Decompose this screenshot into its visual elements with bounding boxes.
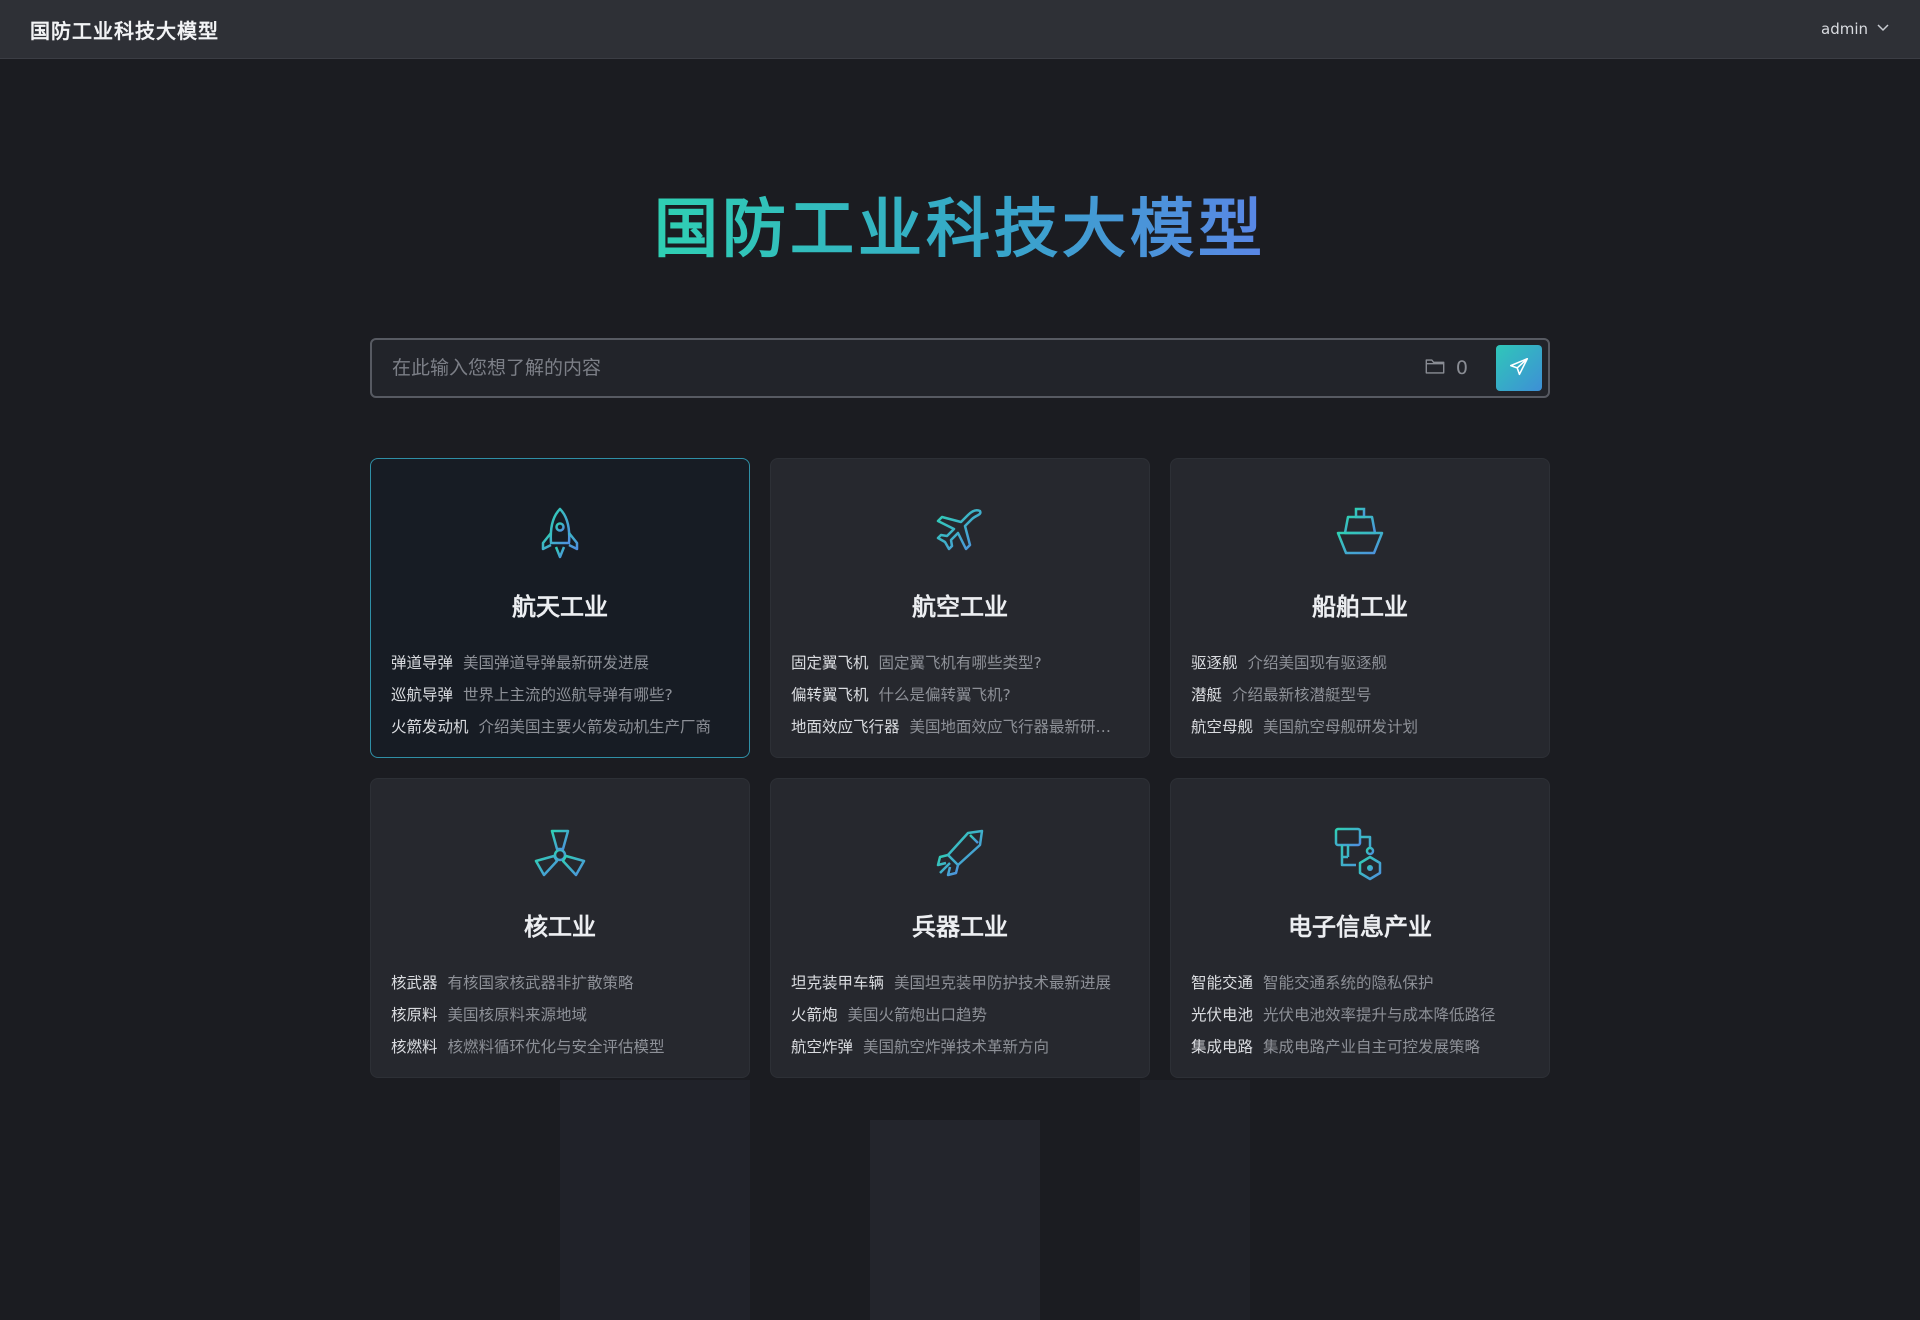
card-title: 航空工业 [912,593,1008,621]
item-keyword: 驱逐舰 [1191,654,1238,672]
background-building-center [870,1120,1040,1320]
send-icon [1508,356,1530,381]
search-input[interactable] [392,340,1424,396]
ship-icon [1330,503,1390,563]
item-keyword: 偏转翼飞机 [791,686,869,704]
card-item[interactable]: 潜艇 介绍最新核潜艇型号 [1191,679,1535,711]
app-title: 国防工业科技大模型 [30,18,219,43]
item-prompt: 固定翼飞机有哪些类型? [878,654,1042,672]
missile-icon [930,823,990,883]
item-prompt: 介绍最新核潜艇型号 [1232,686,1372,704]
item-prompt: 美国航空炸弹技术革新方向 [863,1038,1050,1056]
item-keyword: 核燃料 [391,1038,438,1056]
user-menu[interactable]: admin [1821,20,1890,38]
card-items: 固定翼飞机 固定翼飞机有哪些类型? 偏转翼飞机 什么是偏转翼飞机? 地面效应飞行器美… [791,647,1135,743]
item-prompt: 美国坦克装甲防护技术最新进展 [894,974,1112,992]
card-item[interactable]: 地面效应飞行器 美国地面效应飞行器最新研… [791,711,1135,743]
item-prompt: 核燃料循环优化与安全评估模型 [447,1038,665,1056]
item-prompt: 美国地面效应飞行器最新研… [909,718,1112,736]
background-building-left [560,1080,750,1320]
card-items: 智能交通 智能交通系统的隐私保护 光伏电池 光伏电池效率提升与成本降低路径 集成电路… [1191,967,1535,1063]
folder-icon [1424,355,1446,382]
category-card-nuclear[interactable]: 核工业 核武器 有核国家核武器非扩散策略 核原料 美国核原料来源地域 核燃料 核燃料循… [370,778,750,1078]
item-prompt: 美国火箭炮出口趋势 [847,1006,988,1024]
top-bar: 国防工业科技大模型 admin [0,0,1920,59]
username: admin [1821,20,1868,38]
card-items: 核武器 有核国家核武器非扩散策略 核原料 美国核原料来源地域 核燃料 核燃料循环优化与… [391,967,735,1063]
category-card-aviation[interactable]: 航空工业 固定翼飞机 固定翼飞机有哪些类型? 偏转翼飞机 什么是偏转翼飞机? 地面效… [770,458,1150,758]
item-prompt: 介绍美国主要火箭发动机生产厂商 [478,718,712,736]
card-item[interactable]: 核燃料 核燃料循环优化与安全评估模型 [391,1031,735,1063]
item-keyword: 航空母舰 [1191,718,1254,736]
item-keyword: 巡航导弹 [391,686,454,704]
item-keyword: 火箭炮 [791,1006,838,1024]
category-card-weapons[interactable]: 兵器工业 坦克装甲车辆 美国坦克装甲防护技术最新进展 火箭炮 美国火箭炮出口趋势 航… [770,778,1150,1078]
search-bar: 0 [370,338,1550,398]
rocket-icon [530,503,590,563]
item-prompt: 美国航空母舰研发计划 [1263,718,1419,736]
item-prompt: 什么是偏转翼飞机? [878,686,1011,704]
item-keyword: 潜艇 [1191,686,1223,704]
item-keyword: 光伏电池 [1191,1006,1254,1024]
item-keyword: 固定翼飞机 [791,654,869,672]
card-item[interactable]: 集成电路 集成电路产业自主可控发展策略 [1191,1031,1535,1063]
card-items: 坦克装甲车辆 美国坦克装甲防护技术最新进展 火箭炮 美国火箭炮出口趋势 航空炸弹 美国… [791,967,1135,1063]
card-item[interactable]: 偏转翼飞机 什么是偏转翼飞机? [791,679,1135,711]
card-item[interactable]: 核武器 有核国家核武器非扩散策略 [391,967,735,999]
card-item[interactable]: 驱逐舰 介绍美国现有驱逐舰 [1191,647,1535,679]
card-title: 核工业 [524,913,596,941]
item-keyword: 坦克装甲车辆 [791,974,885,992]
card-item[interactable]: 光伏电池 光伏电池效率提升与成本降低路径 [1191,999,1535,1031]
attachment-count: 0 [1455,357,1468,379]
item-keyword: 地面效应飞行器 [791,718,900,736]
item-keyword: 核原料 [391,1006,438,1024]
circuit-icon [1330,823,1390,883]
card-item[interactable]: 航空母舰 美国航空母舰研发计划 [1191,711,1535,743]
card-title: 航天工业 [512,593,608,621]
hero: 国防工业科技大模型 [0,178,1920,270]
chevron-down-icon [1876,20,1890,38]
item-keyword: 弹道导弹 [391,654,454,672]
card-item[interactable]: 核原料 美国核原料来源地域 [391,999,735,1031]
card-item[interactable]: 坦克装甲车辆 美国坦克装甲防护技术最新进展 [791,967,1135,999]
background-building-right [1140,1080,1250,1320]
item-prompt: 有核国家核武器非扩散策略 [447,974,634,992]
radiation-icon [530,823,590,883]
item-prompt: 介绍美国现有驱逐舰 [1247,654,1388,672]
item-prompt: 世界上主流的巡航导弹有哪些? [463,686,673,704]
card-item[interactable]: 巡航导弹 世界上主流的巡航导弹有哪些? [391,679,735,711]
card-item[interactable]: 火箭发动机 介绍美国主要火箭发动机生产厂商 [391,711,735,743]
card-title: 电子信息产业 [1288,913,1432,941]
item-prompt: 集成电路产业自主可控发展策略 [1263,1038,1481,1056]
page-title: 国防工业科技大模型 [654,178,1266,270]
card-item[interactable]: 智能交通 智能交通系统的隐私保护 [1191,967,1535,999]
item-prompt: 智能交通系统的隐私保护 [1263,974,1434,992]
card-item[interactable]: 火箭炮 美国火箭炮出口趋势 [791,999,1135,1031]
card-item[interactable]: 航空炸弹 美国航空炸弹技术革新方向 [791,1031,1135,1063]
item-keyword: 集成电路 [1191,1038,1254,1056]
card-item[interactable]: 弹道导弹 美国弹道导弹最新研发进展 [391,647,735,679]
item-keyword: 核武器 [391,974,438,992]
category-card-shipbuilding[interactable]: 船舶工业 驱逐舰 介绍美国现有驱逐舰 潜艇 介绍最新核潜艇型号 航空母舰 美国航空母舰… [1170,458,1550,758]
card-items: 驱逐舰 介绍美国现有驱逐舰 潜艇 介绍最新核潜艇型号 航空母舰 美国航空母舰研发计划 [1191,647,1535,743]
card-title: 兵器工业 [912,913,1008,941]
category-card-electronics[interactable]: 电子信息产业 智能交通 智能交通系统的隐私保护 光伏电池 光伏电池效率提升与成本降低… [1170,778,1550,1078]
send-button[interactable] [1496,345,1542,391]
item-prompt: 美国核原料来源地域 [447,1006,588,1024]
airplane-icon [930,503,990,563]
item-prompt: 光伏电池效率提升与成本降低路径 [1263,1006,1496,1024]
card-title: 船舶工业 [1312,593,1408,621]
category-card-aerospace[interactable]: 航天工业 弹道导弹 美国弹道导弹最新研发进展 巡航导弹 世界上主流的巡航导弹有哪些?… [370,458,750,758]
item-prompt: 美国弹道导弹最新研发进展 [463,654,650,672]
item-keyword: 火箭发动机 [391,718,469,736]
item-keyword: 航空炸弹 [791,1038,854,1056]
card-item[interactable]: 固定翼飞机 固定翼飞机有哪些类型? [791,647,1135,679]
attachment-counter[interactable]: 0 [1424,355,1468,382]
item-keyword: 智能交通 [1191,974,1254,992]
card-items: 弹道导弹 美国弹道导弹最新研发进展 巡航导弹 世界上主流的巡航导弹有哪些? 火箭发动… [391,647,735,743]
